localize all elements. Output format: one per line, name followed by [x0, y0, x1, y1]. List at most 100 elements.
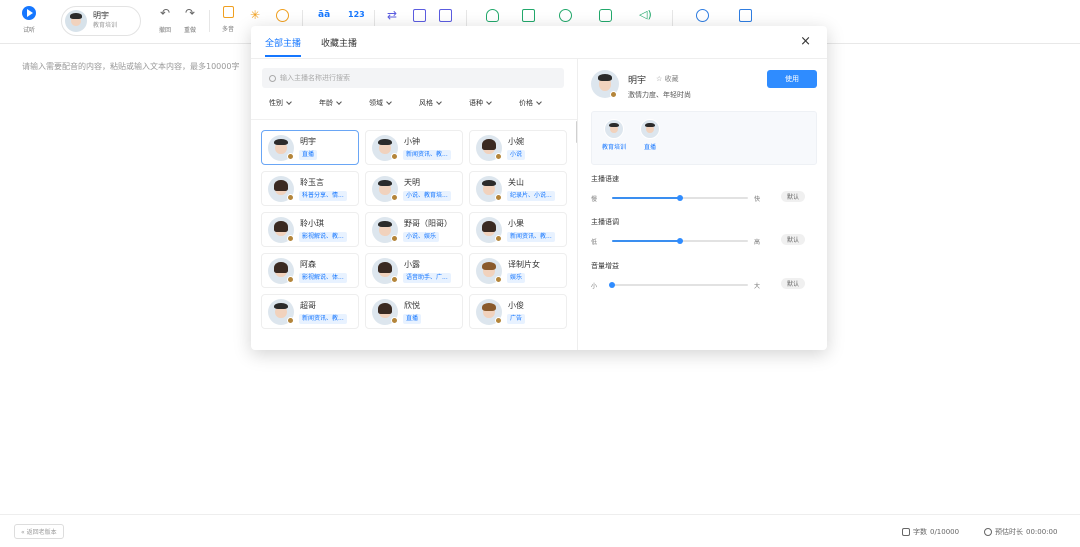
undo-label: 撤回: [158, 27, 171, 34]
screen-icon[interactable]: [522, 9, 535, 22]
slider-knob[interactable]: [677, 195, 683, 201]
voice-tag: 新闻资讯、教...: [403, 150, 451, 160]
vip-badge-icon: [495, 194, 502, 201]
filter-label: 性别: [269, 99, 283, 107]
voice-name: 明宇: [300, 137, 316, 146]
filter-dropdown[interactable]: 领域: [369, 98, 419, 108]
voice-card[interactable]: 小婉 小说: [469, 130, 567, 165]
voice-name: 小婉: [508, 137, 524, 146]
robot-icon[interactable]: [599, 9, 612, 22]
speed-icon[interactable]: [559, 9, 572, 22]
style-item[interactable]: 教育培训: [594, 119, 634, 151]
filter-dropdown[interactable]: 性别: [269, 98, 319, 108]
style-label: 教育培训: [601, 144, 626, 151]
voice-card[interactable]: 译制片女 娱乐: [469, 253, 567, 288]
background-music-icon[interactable]: [439, 9, 452, 22]
voice-name: 小俊: [508, 301, 524, 310]
voice-tag: 新闻资讯、教...: [507, 232, 555, 242]
voice-card[interactable]: 野哥（阳哥） 小说、娱乐: [365, 212, 463, 247]
number-icon[interactable]: āā: [318, 9, 331, 22]
slider-high-label: 大: [754, 283, 761, 290]
sparkle-icon[interactable]: ✳: [250, 9, 263, 22]
polyphone-button[interactable]: 多音: [222, 6, 234, 33]
filter-label: 风格: [419, 99, 433, 107]
document-icon: [902, 528, 910, 536]
digits-icon[interactable]: 123: [348, 9, 365, 22]
voice-card[interactable]: 阿森 影视解说、体...: [261, 253, 359, 288]
voice-name: 天明: [404, 178, 420, 187]
style-list: 教育培训 直播: [591, 111, 817, 165]
undo-icon: ↶: [159, 6, 171, 20]
voice-name: 小果: [508, 219, 524, 228]
use-button[interactable]: 使用: [767, 70, 817, 88]
duration-label: 预估时长: [995, 528, 1023, 536]
slider-knob[interactable]: [609, 282, 615, 288]
slider-track[interactable]: [609, 282, 748, 288]
vip-badge-icon: [610, 91, 617, 98]
filter-dropdown[interactable]: 风格: [419, 98, 469, 108]
filter-dropdown[interactable]: 年龄: [319, 98, 369, 108]
close-icon[interactable]: ×: [800, 35, 811, 48]
dubbing-icon[interactable]: [739, 9, 752, 22]
vip-badge-icon: [495, 235, 502, 242]
voice-card[interactable]: 天明小说、教育培...: [365, 171, 463, 206]
vip-badge-icon: [495, 276, 502, 283]
editor-placeholder[interactable]: 请输入需要配音的内容，粘贴或输入文本内容，最多10000字: [22, 61, 258, 72]
slider-track[interactable]: [612, 238, 748, 244]
voice-settings-icon[interactable]: [696, 9, 709, 22]
voice-tag: 小说、教育培...: [403, 191, 451, 201]
search-input[interactable]: 输入主播名称进行搜索: [262, 68, 564, 88]
voice-card[interactable]: 聆小琪 影视解说、教...: [261, 212, 359, 247]
pitch-slider[interactable]: 低 高 默认: [591, 234, 817, 247]
voice-tag: 影视解说、教...: [299, 232, 347, 242]
voice-card[interactable]: 小钟新闻资讯、教...: [365, 130, 463, 165]
sound-effect-icon[interactable]: [413, 9, 426, 22]
vip-badge-icon: [391, 276, 398, 283]
voice-card[interactable]: 明宇 直播: [261, 130, 359, 165]
undo-button[interactable]: ↶ 撤回: [158, 6, 172, 34]
bottom-bar: « 返回老版本 字数 0/10000 预估时长 00:00:00: [0, 514, 1080, 547]
chevron-down-icon: [286, 99, 292, 105]
style-item[interactable]: 直播: [630, 119, 670, 151]
volume-slider[interactable]: 小 大 默认: [591, 278, 817, 291]
voice-name: 小钟: [404, 137, 420, 146]
voice-card[interactable]: 超哥 新闻资讯、教...: [261, 294, 359, 329]
slider-track[interactable]: [612, 195, 748, 201]
chevron-down-icon: [386, 99, 392, 105]
swap-icon[interactable]: ⇄: [387, 9, 400, 22]
voice-tag: 直播: [403, 314, 422, 324]
speaker-icon[interactable]: [486, 9, 499, 22]
search-placeholder: 输入主播名称进行搜索: [280, 74, 350, 82]
play-label: 试听: [22, 27, 35, 34]
back-to-old-version-button[interactable]: « 返回老版本: [14, 524, 64, 539]
filter-bar: 性别 年龄 领域 风格 语种 价格: [269, 98, 569, 108]
filter-dropdown[interactable]: 价格: [519, 98, 569, 108]
volume-icon[interactable]: ◁): [639, 9, 652, 22]
voice-tag: 新闻资讯、教...: [299, 314, 347, 324]
voice-chip[interactable]: 明宇 教育培训: [61, 6, 141, 36]
filter-dropdown[interactable]: 语种: [469, 98, 519, 108]
voice-card[interactable]: 小露 语音助手、广...: [365, 253, 463, 288]
play-button[interactable]: 试听: [22, 6, 36, 34]
reset-default-button[interactable]: 默认: [781, 191, 805, 202]
voice-card[interactable]: 小果新闻资讯、教...: [469, 212, 567, 247]
slider-knob[interactable]: [677, 238, 683, 244]
pause-icon[interactable]: [276, 9, 289, 22]
filter-label: 价格: [519, 99, 533, 107]
voice-tag: 影视解说、体...: [299, 273, 347, 283]
speed-slider[interactable]: 慢 快 默认: [591, 191, 817, 204]
polyphone-label: 多音: [222, 26, 235, 33]
redo-button[interactable]: ↷ 重做: [183, 6, 197, 34]
favorite-button[interactable]: ☆ 收藏: [656, 74, 679, 84]
slider-high-label: 快: [754, 196, 761, 203]
voice-card[interactable]: 关山 纪录片、小说...: [469, 171, 567, 206]
reset-default-button[interactable]: 默认: [781, 278, 805, 289]
voice-card[interactable]: 聆玉言 科普分享、情...: [261, 171, 359, 206]
voice-card[interactable]: 欣悦 直播: [365, 294, 463, 329]
reset-default-button[interactable]: 默认: [781, 234, 805, 245]
voice-card[interactable]: 小俊 广告: [469, 294, 567, 329]
tab-all-voices[interactable]: 全部主播: [265, 36, 302, 57]
tab-favorite-voices[interactable]: 收藏主播: [321, 36, 357, 57]
voice-name: 关山: [508, 178, 524, 187]
vip-badge-icon: [287, 153, 294, 160]
